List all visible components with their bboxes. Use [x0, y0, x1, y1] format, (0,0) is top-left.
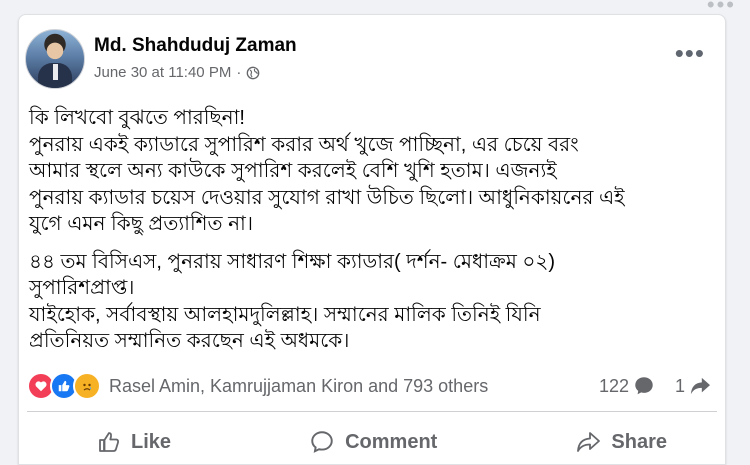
post-paragraph: ৪৪ তম বিসিএস, পুনরায় সাধারণ শিক্ষা ক্যা…: [29, 249, 709, 355]
post-line: ৪৪ তম বিসিএস, পুনরায় সাধারণ শিক্ষা ক্যা…: [29, 250, 556, 273]
reactors-summary[interactable]: Rasel Amin, Kamrujjaman Kiron and 793 ot…: [109, 376, 585, 397]
comment-button[interactable]: Comment: [249, 425, 497, 459]
post-timestamp[interactable]: June 30 at 11:40 PM: [94, 64, 231, 81]
post-meta: June 30 at 11:40 PM ·: [94, 64, 260, 81]
avatar-tie: [53, 64, 58, 80]
post-line: কি লিখবো বুঝতে পারছিনা!: [29, 107, 245, 129]
comment-count[interactable]: 122: [599, 375, 655, 397]
like-label: Like: [131, 430, 172, 453]
share-arrow-icon: [690, 377, 710, 395]
post-line: পুনরায় একই ক্যাডারে সুপারিশ করার অর্থ খ…: [29, 133, 579, 156]
post-card: Md. Shahduduj Zaman June 30 at 11:40 PM …: [18, 14, 726, 465]
comment-icon: [311, 431, 333, 453]
comment-bubble-icon: [635, 377, 653, 395]
engagement-counts: 122 1: [585, 375, 711, 397]
sad-reaction-icon[interactable]: [73, 372, 101, 400]
comment-label: Comment: [345, 430, 438, 453]
meta-separator: ·: [236, 64, 242, 81]
post-paragraph: কি লিখবো বুঝতে পারছিনা! পুনরায় একই ক্যা…: [29, 105, 709, 238]
post-line: সুপারিশপ্রাপ্ত।: [29, 277, 135, 299]
like-button[interactable]: Like: [27, 426, 231, 458]
post-line: যুগে এমন কিছু প্রত্যাশিত না।: [29, 213, 253, 235]
author-name[interactable]: Md. Shahduduj Zaman: [94, 35, 297, 57]
more-options-icon[interactable]: •••: [675, 40, 705, 66]
reactions-bar: Rasel Amin, Kamrujjaman Kiron and 793 ot…: [27, 372, 715, 400]
action-divider: [27, 411, 717, 412]
post-line: যাইহোক, সর্বাবস্থায় আলহামদুলিল্লাহ। সম্…: [29, 303, 541, 326]
post-text: কি লিখবো বুঝতে পারছিনা! পুনরায় একই ক্যা…: [29, 105, 709, 355]
share-count[interactable]: 1: [675, 376, 711, 397]
share-button[interactable]: Share: [515, 426, 717, 458]
comment-count-value: 122: [598, 375, 629, 396]
avatar[interactable]: [25, 29, 85, 89]
like-thumb-icon: [99, 432, 119, 452]
post-line: আমার স্থলে অন্য কাউকে সুপারিশ করলেই বেশি…: [29, 160, 557, 182]
share-icon: [577, 432, 601, 452]
share-label: Share: [611, 430, 667, 453]
globe-icon: [246, 66, 260, 79]
reaction-icons[interactable]: [27, 372, 101, 400]
post-line: পুনরায় ক্যাডার চয়েস দেওয়ার সুযোগ রাখা…: [29, 186, 625, 209]
post-line: প্রতিনিয়ত সম্মানিত করছেন এই অধমকে।: [29, 330, 350, 352]
action-bar: Like Comment Share: [27, 423, 717, 461]
share-count-value: 1: [674, 375, 685, 396]
